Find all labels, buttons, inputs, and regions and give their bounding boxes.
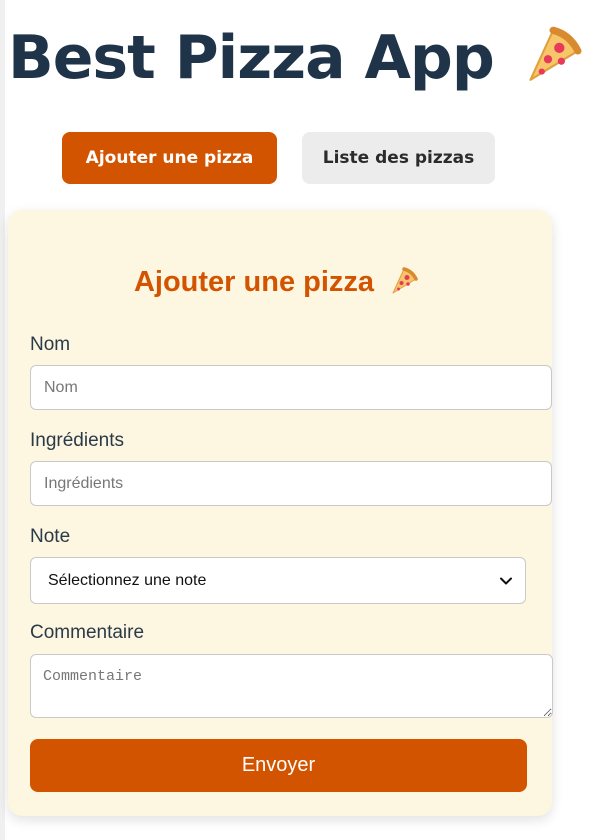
page-edge bbox=[0, 0, 5, 840]
commentaire-textarea[interactable] bbox=[30, 654, 553, 718]
form-title-text: Ajouter une pizza bbox=[133, 266, 375, 298]
pizza-slice-icon bbox=[392, 267, 418, 294]
form-title: Ajouter une pizza bbox=[0, 262, 552, 302]
app-title: Best Pizza App bbox=[8, 18, 582, 98]
ingredients-label: Ingrédients bbox=[30, 430, 125, 451]
note-select[interactable]: Sélectionnez une note bbox=[30, 557, 526, 604]
nom-label: Nom bbox=[30, 334, 71, 355]
nav-add-pizza-button[interactable]: Ajouter une pizza bbox=[62, 132, 277, 184]
pizza-slice-icon bbox=[529, 27, 582, 82]
nav-pizza-list-button[interactable]: Liste des pizzas bbox=[302, 132, 495, 184]
commentaire-label: Commentaire bbox=[30, 622, 145, 643]
ingredients-input[interactable] bbox=[30, 461, 552, 506]
app-title-text: Best Pizza App bbox=[8, 23, 495, 93]
nom-input[interactable] bbox=[30, 365, 552, 410]
note-select-value: Sélectionnez une note bbox=[48, 571, 207, 589]
chevron-down-icon bbox=[500, 577, 512, 584]
note-label: Note bbox=[30, 526, 71, 547]
submit-button[interactable]: Envoyer bbox=[30, 739, 527, 792]
